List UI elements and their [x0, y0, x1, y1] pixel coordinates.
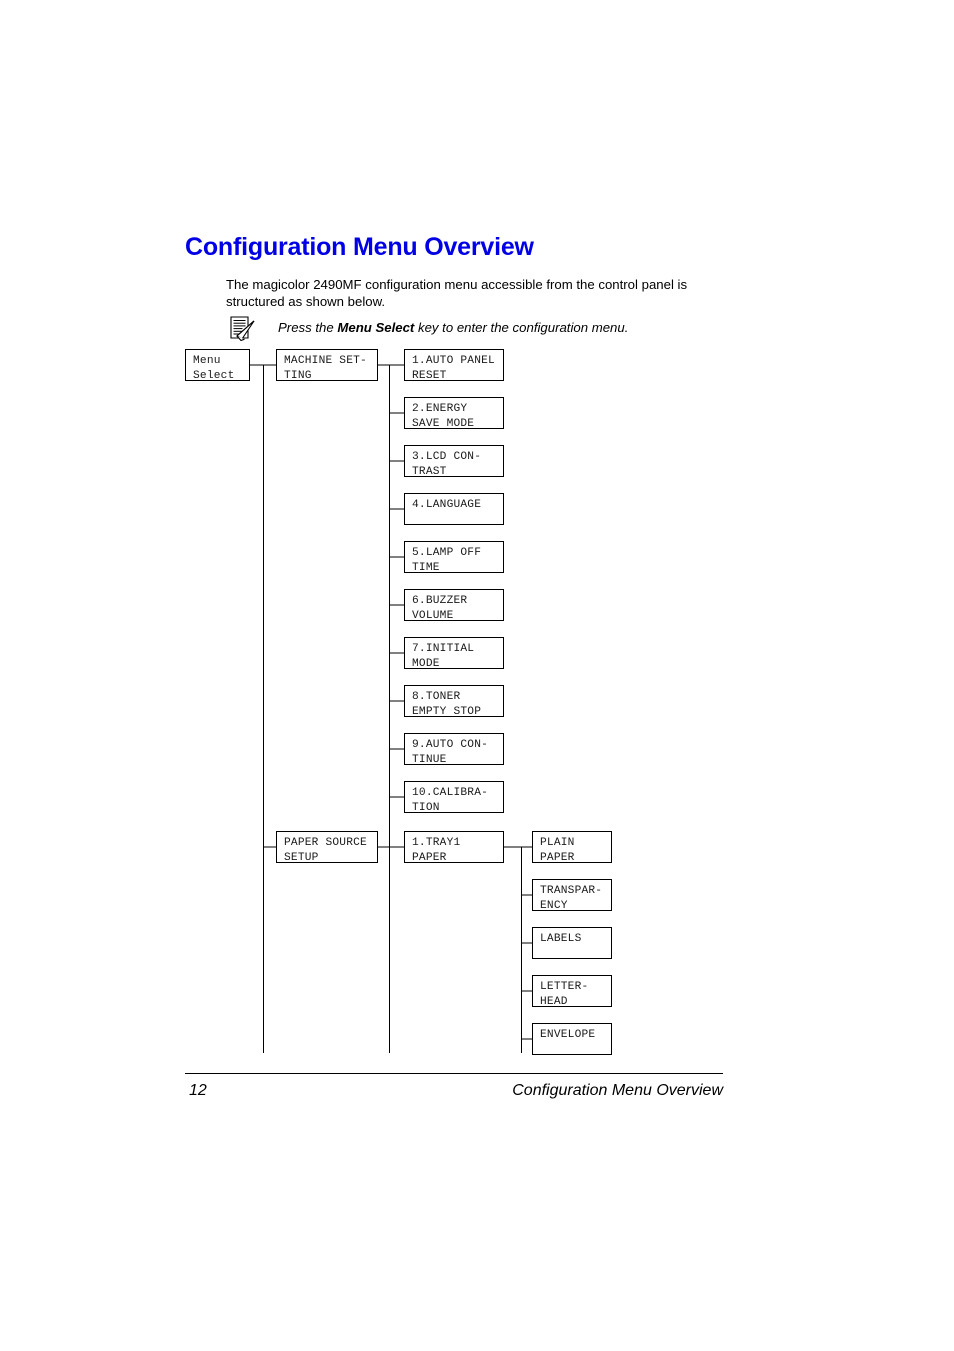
node-labels[interactable]: LABELS	[532, 927, 612, 959]
node-plain-paper[interactable]: PLAIN PAPER	[532, 831, 612, 863]
note-document-pen-icon	[228, 315, 262, 343]
node-language[interactable]: 4.LANGUAGE	[404, 493, 504, 525]
node-tray1-paper[interactable]: 1.TRAY1 PAPER	[404, 831, 504, 863]
node-calibration[interactable]: 10.CALIBRA- TION	[404, 781, 504, 813]
node-menu-select[interactable]: Menu Select	[185, 349, 250, 381]
note-text-bold: Menu Select	[337, 320, 415, 335]
footer-page-number: 12	[189, 1082, 207, 1099]
node-energy-save-mode[interactable]: 2.ENERGY SAVE MODE	[404, 397, 504, 429]
node-paper-source-setup[interactable]: PAPER SOURCE SETUP	[276, 831, 378, 863]
node-letterhead[interactable]: LETTER- HEAD	[532, 975, 612, 1007]
node-lamp-off-time[interactable]: 5.LAMP OFF TIME	[404, 541, 504, 573]
footer-section-title: Configuration Menu Overview	[512, 1082, 723, 1099]
node-transparency[interactable]: TRANSPAR- ENCY	[532, 879, 612, 911]
node-envelope[interactable]: ENVELOPE	[532, 1023, 612, 1055]
note-text-before: Press the	[278, 320, 338, 335]
note-text-after: key to enter the configuration menu.	[414, 320, 629, 335]
node-auto-panel-reset[interactable]: 1.AUTO PANEL RESET	[404, 349, 504, 381]
page-title: Configuration Menu Overview	[185, 233, 534, 261]
configuration-menu-flow-diagram	[0, 0, 954, 1351]
node-toner-empty-stop[interactable]: 8.TONER EMPTY STOP	[404, 685, 504, 717]
node-lcd-contrast[interactable]: 3.LCD CON- TRAST	[404, 445, 504, 477]
node-initial-mode[interactable]: 7.INITIAL MODE	[404, 637, 504, 669]
footer-divider	[185, 1073, 723, 1074]
note-text: Press the Menu Select key to enter the c…	[278, 320, 628, 335]
node-machine-setting[interactable]: MACHINE SET- TING	[276, 349, 378, 381]
intro-paragraph: The magicolor 2490MF configuration menu …	[226, 277, 688, 309]
node-buzzer-volume[interactable]: 6.BUZZER VOLUME	[404, 589, 504, 621]
node-auto-continue[interactable]: 9.AUTO CON- TINUE	[404, 733, 504, 765]
note-block: Press the Menu Select key to enter the c…	[228, 315, 728, 343]
